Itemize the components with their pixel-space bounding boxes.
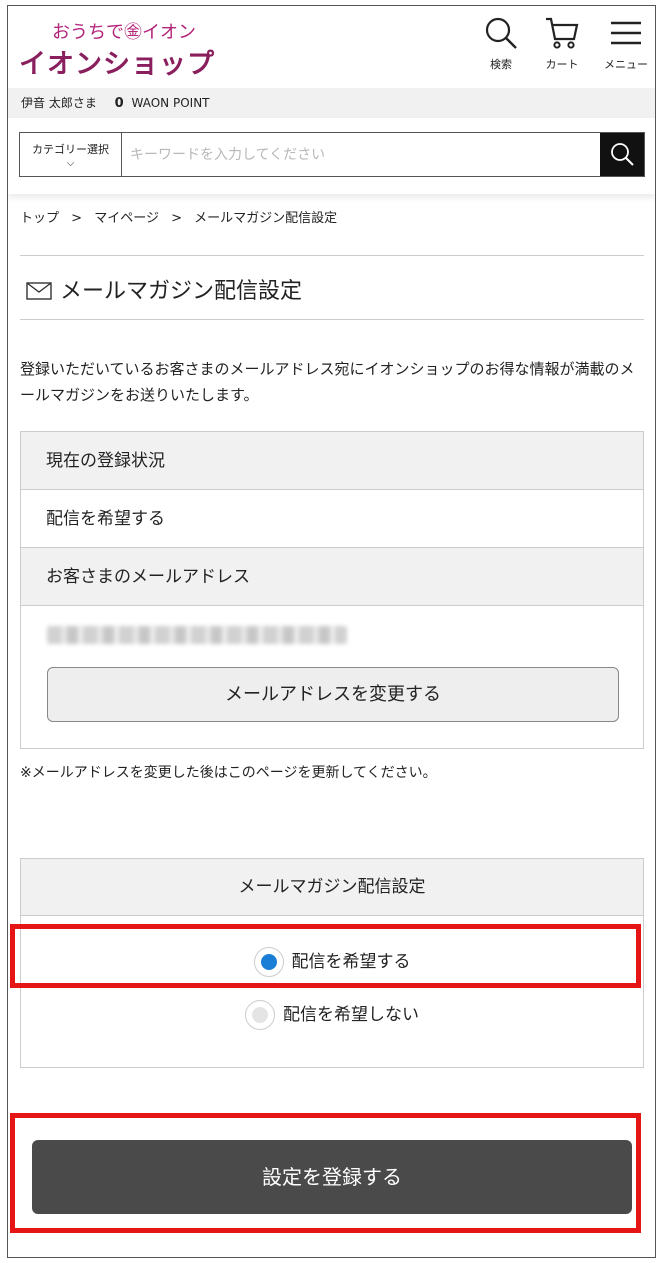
breadcrumb-mypage[interactable]: マイページ (94, 211, 159, 226)
menu-label: メニュー (604, 58, 648, 71)
search-bar: カテゴリー選択 ⌵ キーワードを入力してください (19, 132, 645, 177)
settings-header: メールマガジン配信設定 (21, 859, 643, 916)
page-title: メールマガジン配信設定 (26, 273, 302, 305)
radio-button-unselected[interactable] (245, 1000, 275, 1030)
points-label: WAON POINT (131, 96, 210, 110)
intro-text: 登録いただいているお客さまのメールアドレス宛にイオンショップのお得な情報が満載の… (20, 360, 635, 404)
category-select[interactable]: カテゴリー選択 ⌵ (20, 133, 122, 176)
breadcrumb-current: メールマガジン配信設定 (194, 211, 338, 226)
breadcrumb-separator: > (171, 211, 182, 226)
chevron-down-icon: ⌵ (66, 158, 75, 169)
divider (20, 319, 644, 320)
cart-icon (546, 17, 579, 49)
change-email-button[interactable]: メールアドレスを変更する (47, 667, 619, 722)
email-area: メールアドレスを変更する (21, 606, 643, 748)
envelope-icon (26, 282, 52, 300)
search-icon (611, 143, 634, 166)
header-cart-button[interactable]: カート (532, 16, 592, 72)
radio-unsubscribe-label[interactable]: 配信を希望しない (283, 1005, 419, 1025)
user-bar: 伊音 太郎さま 0 WAON POINT (8, 88, 655, 118)
header-search-button[interactable]: 検索 (471, 16, 531, 72)
site-header: おうちで㊎イオン イオンショップ 検索 カート メニュー (8, 6, 655, 88)
search-icon (485, 17, 517, 49)
breadcrumb: トップ > マイページ > メールマガジン配信設定 (20, 207, 337, 226)
breadcrumb-top[interactable]: トップ (20, 211, 59, 226)
site-logo[interactable]: イオンショップ (19, 42, 215, 81)
points-value: 0 (114, 96, 124, 111)
page-title-text: メールマガジン配信設定 (60, 279, 303, 304)
category-label: カテゴリー選択 (32, 143, 109, 156)
search-submit-button[interactable] (600, 133, 644, 176)
header-menu-button[interactable]: メニュー (596, 16, 655, 72)
logo-tagline[interactable]: おうちで㊎イオン (52, 18, 196, 44)
cart-label: カート (545, 58, 579, 71)
highlight-frame (10, 924, 641, 988)
search-input[interactable]: キーワードを入力してください (130, 144, 325, 164)
email-address-redacted (47, 626, 347, 644)
breadcrumb-separator: > (71, 211, 83, 226)
hamburger-icon (611, 21, 641, 45)
search-label: 検索 (490, 58, 512, 71)
divider (20, 255, 644, 256)
status-header: 現在の登録状況 (21, 432, 643, 490)
note-text: ※メールアドレスを変更した後はこのページを更新してください。 (20, 765, 437, 781)
status-value: 配信を希望する (21, 490, 643, 548)
highlight-frame (10, 1113, 641, 1233)
email-header: お客さまのメールアドレス (21, 548, 643, 606)
search-area: カテゴリー選択 ⌵ キーワードを入力してください (8, 118, 655, 194)
page-frame: おうちで㊎イオン イオンショップ 検索 カート メニュー 伊音 太郎さま 0 W… (7, 5, 656, 1258)
radio-unsubscribe[interactable]: 配信を希望しない (21, 1000, 643, 1030)
status-box: 現在の登録状況 配信を希望する お客さまのメールアドレス メールアドレスを変更す… (20, 431, 644, 749)
user-name[interactable]: 伊音 太郎さま (21, 96, 97, 110)
